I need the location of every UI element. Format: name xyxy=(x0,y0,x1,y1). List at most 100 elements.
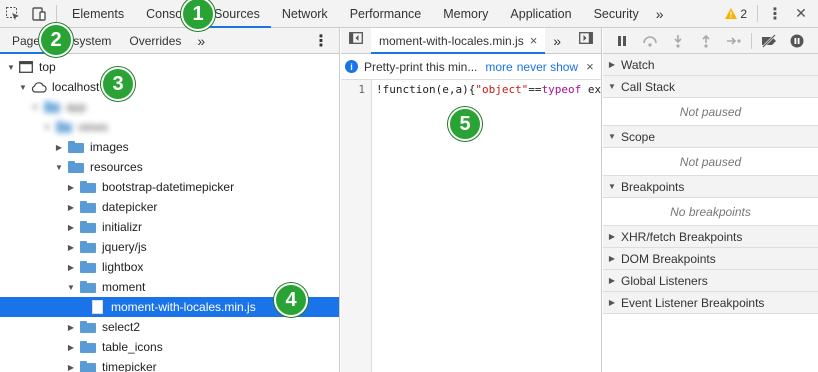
section-watch[interactable]: ▶ Watch xyxy=(603,54,818,76)
tree-item-table-icons[interactable]: ▶ table_icons xyxy=(0,337,339,357)
collapsed-triangle-icon: ▶ xyxy=(67,262,75,272)
editor-file-tab[interactable]: moment-with-locales.min.js × xyxy=(371,28,546,54)
info-icon: i xyxy=(345,60,358,73)
collapsed-triangle-icon: ▶ xyxy=(67,242,75,252)
collapsed-triangle-icon: ▶ xyxy=(67,202,75,212)
collapsed-triangle-icon: ▶ xyxy=(55,142,63,152)
tab-performance[interactable]: Performance xyxy=(339,0,433,27)
tree-item-top[interactable]: ▼ top xyxy=(0,57,339,77)
tab-security[interactable]: Security xyxy=(583,0,650,27)
tree-item-initializr[interactable]: ▶ initializr xyxy=(0,217,339,237)
scope-empty-message: Not paused xyxy=(603,148,818,176)
tree-item-localhost[interactable]: ▼ localhost xyxy=(0,77,339,97)
tree-item-jquery-js[interactable]: ▶ jquery/js xyxy=(0,237,339,257)
tree-label: initializr xyxy=(102,220,143,234)
pause-icon[interactable] xyxy=(611,31,633,51)
tree-item-blurred-1[interactable]: ▼ app xyxy=(0,97,339,117)
tree-label: lightbox xyxy=(102,260,144,274)
section-label: Event Listener Breakpoints xyxy=(621,295,765,310)
close-devtools-icon[interactable]: ✕ xyxy=(788,0,814,27)
toggle-navigator-icon[interactable] xyxy=(345,28,367,48)
frame-icon xyxy=(19,61,33,73)
section-label: Watch xyxy=(621,57,655,72)
editor-more-tabs-button[interactable]: » xyxy=(545,28,567,53)
tab-overrides[interactable]: Overrides xyxy=(117,28,187,53)
folder-icon xyxy=(56,121,72,133)
infobar-never-show-link[interactable]: never show xyxy=(517,60,578,74)
tree-item-timepicker[interactable]: ▶ timepicker xyxy=(0,357,339,372)
collapsed-triangle-icon: ▶ xyxy=(67,342,75,352)
tree-item-bootstrap-datetimepicker[interactable]: ▶ bootstrap-datetimepicker xyxy=(0,177,339,197)
editor-tab-label: moment-with-locales.min.js xyxy=(379,33,524,48)
callout-badge-5: 5 xyxy=(448,107,482,141)
tree-item-lightbox[interactable]: ▶ lightbox xyxy=(0,257,339,277)
folder-icon xyxy=(80,341,96,353)
tree-item-blurred-2[interactable]: ▼ views xyxy=(0,117,339,137)
devtools-main-toolbar: Elements Console Sources Network Perform… xyxy=(0,0,818,28)
section-xhr-breakpoints[interactable]: ▶ XHR/fetch Breakpoints xyxy=(603,226,818,248)
tree-label: table_icons xyxy=(102,340,163,354)
collapsed-triangle-icon: ▶ xyxy=(608,232,616,241)
navigator-menu-icon[interactable]: ⋮ xyxy=(307,28,339,53)
more-tabs-button[interactable]: » xyxy=(650,0,670,27)
cloud-icon xyxy=(31,81,47,93)
tree-label: select2 xyxy=(102,320,141,334)
section-scope[interactable]: ▼ Scope xyxy=(603,126,818,148)
code-line-1[interactable]: !function(e,a){"object"==typeof ex xyxy=(372,80,601,372)
folder-icon xyxy=(68,161,84,173)
navigator-spacer xyxy=(211,28,307,53)
tab-elements[interactable]: Elements xyxy=(61,0,135,27)
file-icon xyxy=(92,300,103,314)
editor-tabs: moment-with-locales.min.js × » xyxy=(341,28,601,54)
section-event-listener-breakpoints[interactable]: ▶ Event Listener Breakpoints xyxy=(603,292,818,314)
section-global-listeners[interactable]: ▶ Global Listeners xyxy=(603,270,818,292)
tab-memory[interactable]: Memory xyxy=(432,0,499,27)
settings-menu-icon[interactable]: ⋮ xyxy=(762,0,788,27)
infobar-close-icon[interactable]: × xyxy=(586,59,594,74)
section-dom-breakpoints[interactable]: ▶ DOM Breakpoints xyxy=(603,248,818,270)
navigator-more-button[interactable]: » xyxy=(187,28,211,53)
tree-label-blurred-1: app xyxy=(66,100,87,114)
navigator-panel: Page Filesystem Overrides » ⋮ ▼ top ▼ lo… xyxy=(0,28,340,372)
tree-item-images[interactable]: ▶ images xyxy=(0,137,339,157)
tree-label: jquery/js xyxy=(102,240,147,254)
collapsed-triangle-icon: ▶ xyxy=(67,362,75,372)
editor-panel: moment-with-locales.min.js × » i Pretty-… xyxy=(341,28,602,372)
infobar-more-link[interactable]: more xyxy=(485,60,512,74)
device-toolbar-icon[interactable] xyxy=(26,0,52,27)
tree-label-moment: moment xyxy=(102,280,146,294)
code-token: ex xyxy=(581,83,601,96)
infobar-message: Pretty-print this min... xyxy=(364,59,478,74)
folder-icon xyxy=(80,361,96,372)
tree-label: timepicker xyxy=(102,360,157,372)
tab-network[interactable]: Network xyxy=(271,0,339,27)
collapsed-triangle-icon: ▶ xyxy=(67,322,75,332)
debugger-sidebar: ▶ Watch ▼ Call Stack Not paused ▼ Scope … xyxy=(603,28,818,372)
step-into-icon[interactable] xyxy=(667,31,689,51)
debugger-toolbar xyxy=(603,28,818,54)
step-out-icon[interactable] xyxy=(695,31,717,51)
step-over-icon[interactable] xyxy=(639,31,661,51)
toggle-debugger-icon[interactable] xyxy=(575,28,597,48)
tree-label-images: images xyxy=(90,140,129,154)
code-token-keyword: typeof xyxy=(541,83,582,96)
collapsed-triangle-icon: ▶ xyxy=(67,222,75,232)
pause-on-exceptions-icon[interactable] xyxy=(786,31,808,51)
close-tab-icon[interactable]: × xyxy=(530,33,538,48)
folder-icon xyxy=(68,141,84,153)
step-icon[interactable] xyxy=(723,31,745,51)
code-token: !function(e,a){ xyxy=(375,83,476,96)
section-breakpoints[interactable]: ▼ Breakpoints xyxy=(603,176,818,198)
warnings-counter[interactable]: 2 xyxy=(719,0,753,27)
tree-label-file: moment-with-locales.min.js xyxy=(111,300,256,314)
tab-application[interactable]: Application xyxy=(499,0,582,27)
tree-item-select2[interactable]: ▶ select2 xyxy=(0,317,339,337)
toolbar-divider-2 xyxy=(757,5,758,22)
inspect-element-icon[interactable] xyxy=(0,0,26,27)
tree-item-datepicker[interactable]: ▶ datepicker xyxy=(0,197,339,217)
deactivate-breakpoints-icon[interactable] xyxy=(758,31,780,51)
tree-item-resources[interactable]: ▼ resources xyxy=(0,157,339,177)
section-call-stack[interactable]: ▼ Call Stack xyxy=(603,76,818,98)
section-label: XHR/fetch Breakpoints xyxy=(621,229,743,244)
